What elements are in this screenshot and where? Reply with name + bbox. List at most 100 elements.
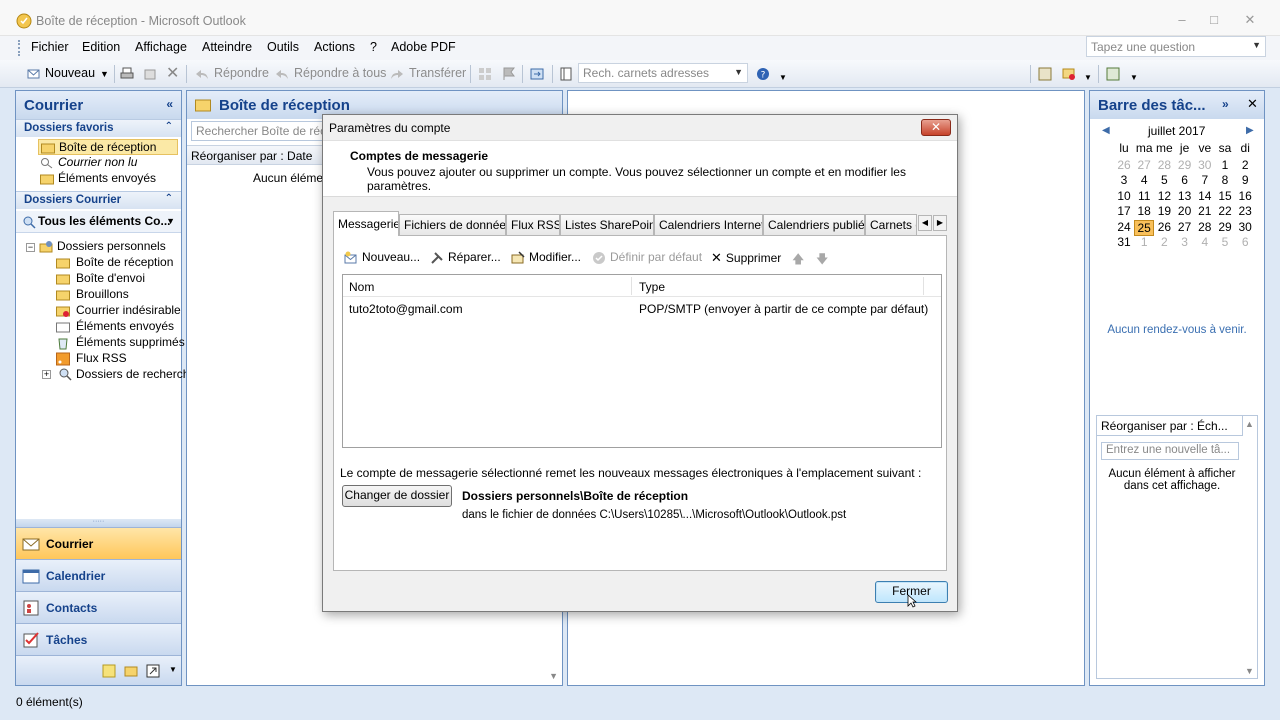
calendar-day[interactable]: 11 [1134, 189, 1154, 203]
reply-button[interactable]: Répondre [214, 66, 269, 80]
new-dropdown-icon[interactable]: ▼ [100, 69, 109, 79]
calendar-day[interactable]: 27 [1134, 158, 1154, 172]
calendar-day[interactable]: 26 [1114, 158, 1134, 172]
print-icon[interactable] [120, 67, 134, 81]
menu-fichier[interactable]: Fichier [31, 40, 69, 54]
change-folder-button[interactable]: Changer de dossier [342, 485, 452, 507]
column-header-name[interactable]: Nom [349, 280, 374, 294]
address-book-search-input[interactable]: Rech. carnets adresses ▼ [578, 63, 748, 83]
folder-search-folders[interactable]: + Dossiers de recherch [42, 367, 189, 381]
folder-rss[interactable]: Flux RSS [56, 351, 127, 366]
calendar-day[interactable]: 2 [1235, 158, 1255, 172]
nav-button-mail[interactable]: Courrier [16, 527, 181, 559]
close-icon[interactable]: ✕ [1247, 96, 1258, 112]
tab-scroll-left-icon[interactable]: ◀ [918, 215, 932, 231]
menu-atteindre[interactable]: Atteindre [202, 40, 252, 54]
toolbar-options-icon[interactable]: ▼ [1130, 73, 1138, 82]
chevron-down-icon[interactable]: ▼ [166, 216, 175, 226]
tab-data-files[interactable]: Fichiers de données [399, 214, 506, 235]
rules-icon[interactable] [1038, 67, 1052, 81]
move-to-folder-icon[interactable] [143, 67, 157, 81]
menu-affichage[interactable]: Affichage [135, 40, 187, 54]
delete-icon[interactable]: ✕ [166, 66, 180, 82]
calendar-day[interactable]: 4 [1195, 235, 1215, 249]
move-up-icon[interactable]: 🡅 [792, 250, 804, 271]
calendar-day[interactable]: 13 [1175, 189, 1195, 203]
mail-folders-section-header[interactable]: Dossiers Courrier ⌃ [16, 191, 181, 209]
calendar-day[interactable]: 5 [1154, 173, 1174, 187]
new-task-input[interactable]: Entrez une nouvelle tâ... [1101, 442, 1239, 460]
menu-help[interactable]: ? [370, 40, 377, 54]
folder-deleted[interactable]: Éléments supprimés [56, 335, 185, 350]
calendar-day[interactable]: 27 [1175, 220, 1195, 234]
minimize-button[interactable]: – [1174, 12, 1190, 28]
calendar-day[interactable]: 5 [1215, 235, 1235, 249]
calendar-day[interactable]: 15 [1215, 189, 1235, 203]
folder-outbox[interactable]: Boîte d'envoi [56, 271, 145, 286]
chevron-up-icon[interactable]: ⌃ [165, 193, 173, 204]
categorize-icon[interactable] [478, 67, 492, 81]
set-default-button[interactable]: Définir par défaut [592, 250, 702, 265]
notes-icon[interactable] [102, 664, 116, 678]
folder-junk[interactable]: Courrier indésirable [56, 303, 181, 318]
repair-account-button[interactable]: Réparer... [430, 250, 501, 265]
calendar-day[interactable]: 8 [1215, 173, 1235, 187]
calendar-day[interactable]: 2 [1154, 235, 1174, 249]
new-button[interactable]: Nouveau [45, 66, 95, 80]
calendar-day[interactable]: 6 [1235, 235, 1255, 249]
folder-sent[interactable]: Éléments envoyés [56, 319, 174, 334]
move-down-icon[interactable]: 🡇 [816, 250, 828, 271]
calendar-day[interactable]: 22 [1215, 204, 1235, 218]
calendar-day[interactable]: 3 [1175, 235, 1195, 249]
calendar-day[interactable]: 25 [1134, 219, 1155, 236]
menu-edition[interactable]: Edition [82, 40, 120, 54]
calendar-day[interactable]: 28 [1195, 220, 1215, 234]
calendar-day[interactable]: 23 [1235, 204, 1255, 218]
calendar-day[interactable]: 10 [1114, 189, 1134, 203]
toolbar-options-icon[interactable]: ▼ [779, 73, 787, 82]
tab-internet-calendars[interactable]: Calendriers Internet [654, 214, 763, 235]
scroll-up-icon[interactable]: ▲ [1245, 419, 1254, 429]
forward-button[interactable]: Transférer [409, 66, 466, 80]
calendar-day[interactable]: 18 [1134, 204, 1154, 218]
menu-outils[interactable]: Outils [267, 40, 299, 54]
calendar-day[interactable]: 14 [1195, 189, 1215, 203]
menu-actions[interactable]: Actions [314, 40, 355, 54]
calendar-day[interactable]: 20 [1175, 204, 1195, 218]
table-row[interactable]: tuto2toto@gmail.com POP/SMTP (envoyer à … [343, 297, 941, 319]
favorite-inbox[interactable]: Boîte de réception [38, 139, 178, 155]
calendar-day[interactable]: 4 [1134, 173, 1154, 187]
calendar-day[interactable]: 26 [1154, 220, 1174, 234]
help-question-input[interactable]: Tapez une question ▼ [1086, 36, 1266, 57]
folder-inbox[interactable]: Boîte de réception [56, 255, 173, 270]
chevron-down-icon[interactable]: ▼ [734, 67, 743, 77]
nav-button-tasks[interactable]: Tâches [16, 623, 181, 655]
personal-folders-node[interactable]: − Dossiers personnels [26, 239, 166, 254]
toolbar-options-icon[interactable]: ▼ [1084, 73, 1092, 82]
chevron-up-icon[interactable]: ⌃ [165, 121, 173, 132]
favorite-sent-items[interactable]: Éléments envoyés [40, 171, 156, 185]
dialog-close-button[interactable]: ✕ [921, 119, 951, 136]
nav-button-calendar[interactable]: Calendrier [16, 559, 181, 591]
calendar-day[interactable]: 1 [1134, 235, 1154, 249]
favorites-section-header[interactable]: Dossiers favoris ⌃ [16, 119, 181, 137]
follow-up-flag-icon[interactable] [502, 67, 516, 81]
previous-month-icon[interactable]: ◀ [1102, 125, 1110, 136]
nav-button-contacts[interactable]: Contacts [16, 591, 181, 623]
tab-email[interactable]: Messagerie [333, 211, 399, 236]
folder-list-icon[interactable] [124, 664, 138, 678]
tab-sharepoint-lists[interactable]: Listes SharePoint [560, 214, 654, 235]
calendar-day[interactable]: 30 [1235, 220, 1255, 234]
calendar-day[interactable]: 7 [1195, 173, 1215, 187]
favorite-unread-mail[interactable]: Courrier non lu [40, 155, 137, 169]
tab-scroll-right-icon[interactable]: ▶ [933, 215, 947, 231]
new-account-button[interactable]: Nouveau... [344, 250, 420, 265]
calendar-day[interactable]: 16 [1235, 189, 1255, 203]
scroll-down-icon[interactable]: ▼ [1245, 666, 1254, 676]
scroll-down-icon[interactable]: ▼ [549, 671, 558, 681]
help-icon[interactable]: ? [756, 67, 770, 81]
junk-mail-icon[interactable] [1062, 67, 1076, 81]
collapse-left-icon[interactable]: « [166, 97, 173, 111]
chevron-down-icon[interactable]: ▼ [1252, 40, 1261, 50]
menu-adobe-pdf[interactable]: Adobe PDF [391, 40, 456, 54]
